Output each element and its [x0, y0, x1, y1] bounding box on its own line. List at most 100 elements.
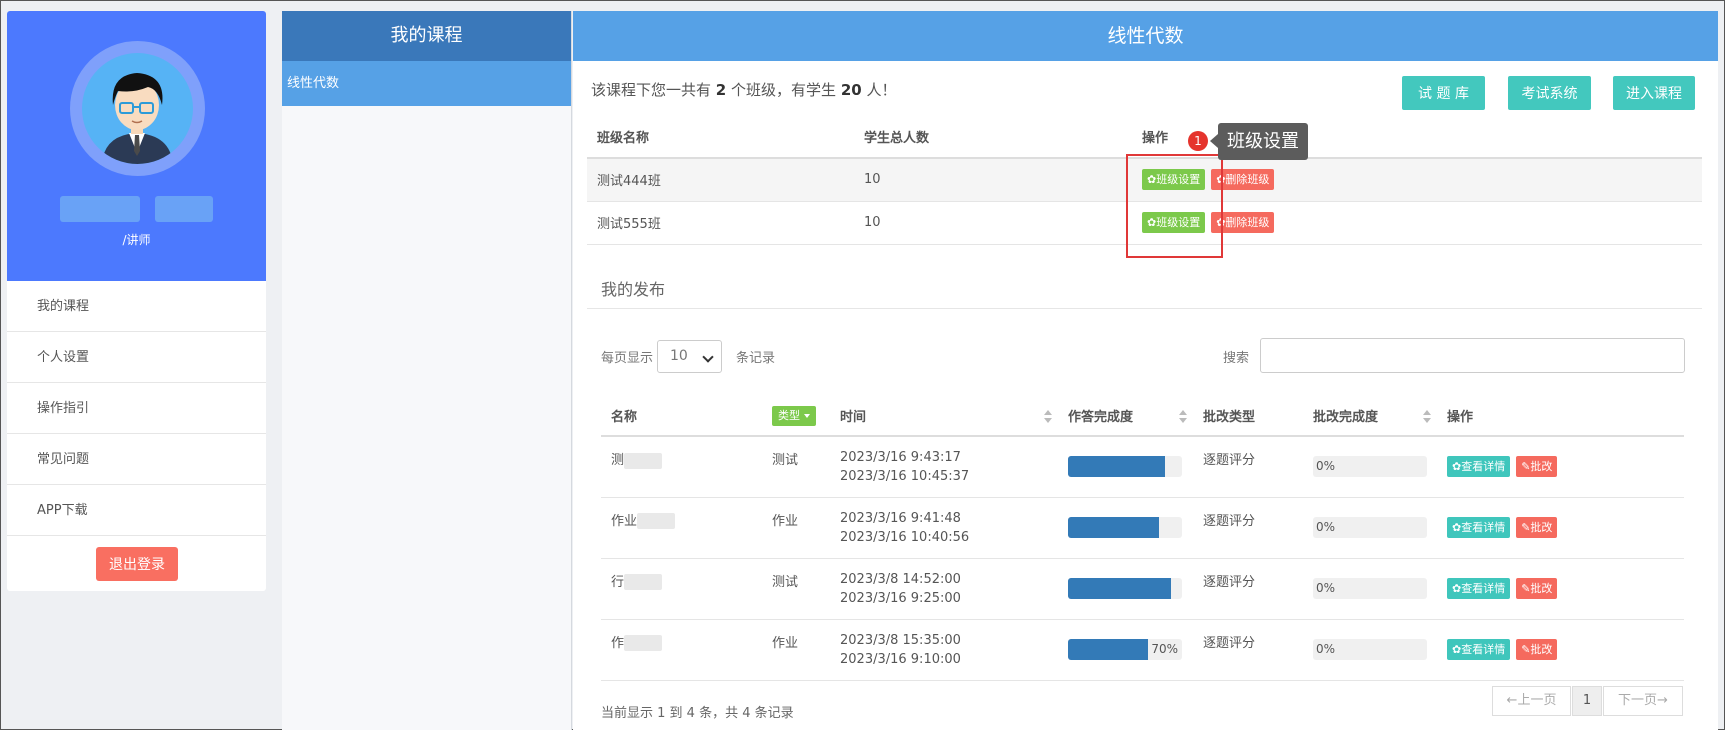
pagination-info: 当前显示 1 到 4 条，共 4 条记录 [601, 706, 794, 721]
col-ops: 操作 [1437, 396, 1684, 437]
grade-progress-bar: 0% [1313, 456, 1427, 478]
student-total: 10 [854, 201, 1132, 245]
grade-progress-label: 0% [1316, 642, 1336, 656]
next-page-button[interactable]: 下一页→ [1603, 686, 1683, 716]
completion-cell [1058, 558, 1193, 620]
publish-type: 测试 [762, 436, 830, 498]
redacted-text [624, 574, 663, 590]
progress-fill [1068, 517, 1160, 538]
prev-page-button[interactable]: ←上一页 [1492, 686, 1571, 716]
col-completion[interactable]: 作答完成度 [1058, 396, 1193, 437]
table-row: 作业 作业 2023/3/16 9:41:48 2023/3/16 10:40:5… [601, 497, 1684, 559]
publish-time: 2023/3/16 9:41:48 2023/3/16 10:40:56 [830, 497, 1058, 559]
exam-system-button[interactable]: 考试系统 [1508, 76, 1591, 110]
logout-button[interactable]: 退出登录 [96, 547, 178, 581]
publish-name: 测 [601, 436, 762, 498]
publish-time: 2023/3/16 9:43:17 2023/3/16 10:45:37 [830, 436, 1058, 498]
completion-cell: 70% [1058, 619, 1193, 681]
delete-class-button[interactable]: ✿删除班级 [1211, 212, 1275, 233]
redacted-text [637, 513, 676, 529]
class-table: 班级名称 学生总人数 操作 测试444班 10 ✿班级设置 ✿删除班级 测试555… [587, 116, 1702, 245]
sort-icon [1423, 410, 1431, 424]
class-count: 2 [715, 81, 727, 99]
view-details-button[interactable]: ✿查看详情 [1447, 639, 1511, 660]
grade-button[interactable]: ✎批改 [1516, 517, 1558, 538]
completion-progress-bar: 70% [1068, 639, 1182, 660]
col-grade-progress[interactable]: 批改完成度 [1303, 396, 1437, 437]
class-name: 测试555班 [587, 201, 854, 245]
start-time: 2023/3/8 14:52:00 [840, 571, 961, 587]
view-details-button[interactable]: ✿查看详情 [1447, 517, 1511, 538]
grade-type: 逐题评分 [1193, 497, 1303, 559]
grade-progress-bar: 0% [1313, 639, 1427, 660]
col-class-name: 班级名称 [587, 116, 854, 159]
start-time: 2023/3/16 9:41:48 [840, 510, 961, 526]
username-blurred [60, 196, 140, 222]
course-item-linear-algebra[interactable]: 线性代数 [282, 61, 571, 106]
teacher-avatar-icon [102, 73, 173, 164]
class-settings-button[interactable]: ✿班级设置 [1142, 212, 1206, 233]
grade-button[interactable]: ✎批改 [1516, 456, 1558, 478]
question-bank-button[interactable]: 试 题 库 [1402, 76, 1485, 110]
start-time: 2023/3/16 9:43:17 [840, 449, 961, 465]
course-detail-panel: 线性代数 该课程下您一共有 2 个班级，有学生 20 人！ 试 题 库 考试系统… [573, 11, 1718, 730]
row-actions: ✿查看详情 ✎批改 [1437, 436, 1684, 498]
sidebar-item-personal-settings[interactable]: 个人设置 [7, 332, 266, 383]
table-row: 作 作业 2023/3/8 15:35:00 2023/3/16 9:10:00 … [601, 619, 1684, 681]
completion-progress-bar [1068, 517, 1182, 538]
sidebar-item-my-courses[interactable]: 我的课程 [7, 281, 266, 332]
completion-cell [1058, 497, 1193, 559]
col-name[interactable]: 名称 [601, 396, 762, 437]
class-settings-button[interactable]: ✿班级设置 [1142, 169, 1206, 191]
profile-panel: /讲师 我的课程 个人设置 操作指引 常见问题 APP下载 退出登录 [7, 11, 266, 591]
course-summary: 该课程下您一共有 2 个班级，有学生 20 人！ [591, 79, 896, 100]
grade-button[interactable]: ✎批改 [1516, 578, 1558, 599]
grade-progress-cell: 0% [1303, 497, 1437, 559]
enter-course-button[interactable]: 进入课程 [1613, 76, 1695, 110]
publish-name-text: 作 [611, 635, 625, 651]
redacted-text [624, 452, 663, 469]
summary-mid: 个班级，有学生 [731, 81, 837, 99]
class-actions: ✿班级设置 ✿删除班级 [1132, 201, 1702, 245]
view-details-button[interactable]: ✿查看详情 [1447, 456, 1511, 478]
col-ops-label: 操作 [1447, 410, 1474, 425]
sidebar-item-app-download[interactable]: APP下载 [7, 485, 266, 536]
sidebar-item-guide[interactable]: 操作指引 [7, 383, 266, 434]
completion-progress-bar [1068, 578, 1182, 599]
row-actions: ✿查看详情 ✎批改 [1437, 497, 1684, 559]
course-list-panel: 我的课程 线性代数 [282, 11, 572, 730]
progress-fill [1068, 578, 1171, 599]
profile-header: /讲师 [7, 11, 266, 281]
publish-name-text: 行 [611, 574, 625, 590]
page-1-button[interactable]: 1 [1572, 686, 1602, 716]
divider [587, 308, 1702, 309]
end-time: 2023/3/16 10:40:56 [840, 529, 970, 545]
grade-progress-bar: 0% [1313, 578, 1427, 599]
course-title: 线性代数 [573, 11, 1718, 61]
grade-button[interactable]: ✎批改 [1516, 639, 1558, 660]
grade-type: 逐题评分 [1193, 619, 1303, 681]
progress-label: 70% [1151, 642, 1178, 656]
publish-section-title: 我的发布 [601, 280, 666, 299]
col-name-label: 名称 [611, 410, 638, 425]
grade-progress-cell: 0% [1303, 558, 1437, 620]
col-grade-progress-label: 批改完成度 [1313, 410, 1379, 425]
col-grade-type-label: 批改类型 [1203, 410, 1256, 425]
view-details-button[interactable]: ✿查看详情 [1447, 578, 1511, 599]
row-actions: ✿查看详情 ✎批改 [1437, 558, 1684, 620]
per-page-select[interactable]: 10 [657, 340, 722, 373]
col-time[interactable]: 时间 [830, 396, 1058, 437]
sidebar-menu: 我的课程 个人设置 操作指引 常见问题 APP下载 [7, 281, 266, 536]
delete-class-button[interactable]: ✿删除班级 [1211, 169, 1275, 191]
avatar-illustration [82, 53, 193, 164]
per-page-value: 10 [670, 348, 688, 364]
search-input[interactable] [1260, 338, 1685, 373]
table-row: 测 测试 2023/3/16 9:43:17 2023/3/16 10:45:37… [601, 436, 1684, 498]
sidebar-item-faq[interactable]: 常见问题 [7, 434, 266, 485]
publish-type: 作业 [762, 497, 830, 559]
publish-name-text: 作业 [611, 513, 638, 529]
student-total: 10 [854, 158, 1132, 202]
type-filter-dropdown[interactable]: 类型 [772, 405, 816, 426]
table-row: 测试555班 10 ✿班级设置 ✿删除班级 [587, 201, 1702, 245]
step-badge: 1 [1188, 131, 1208, 151]
